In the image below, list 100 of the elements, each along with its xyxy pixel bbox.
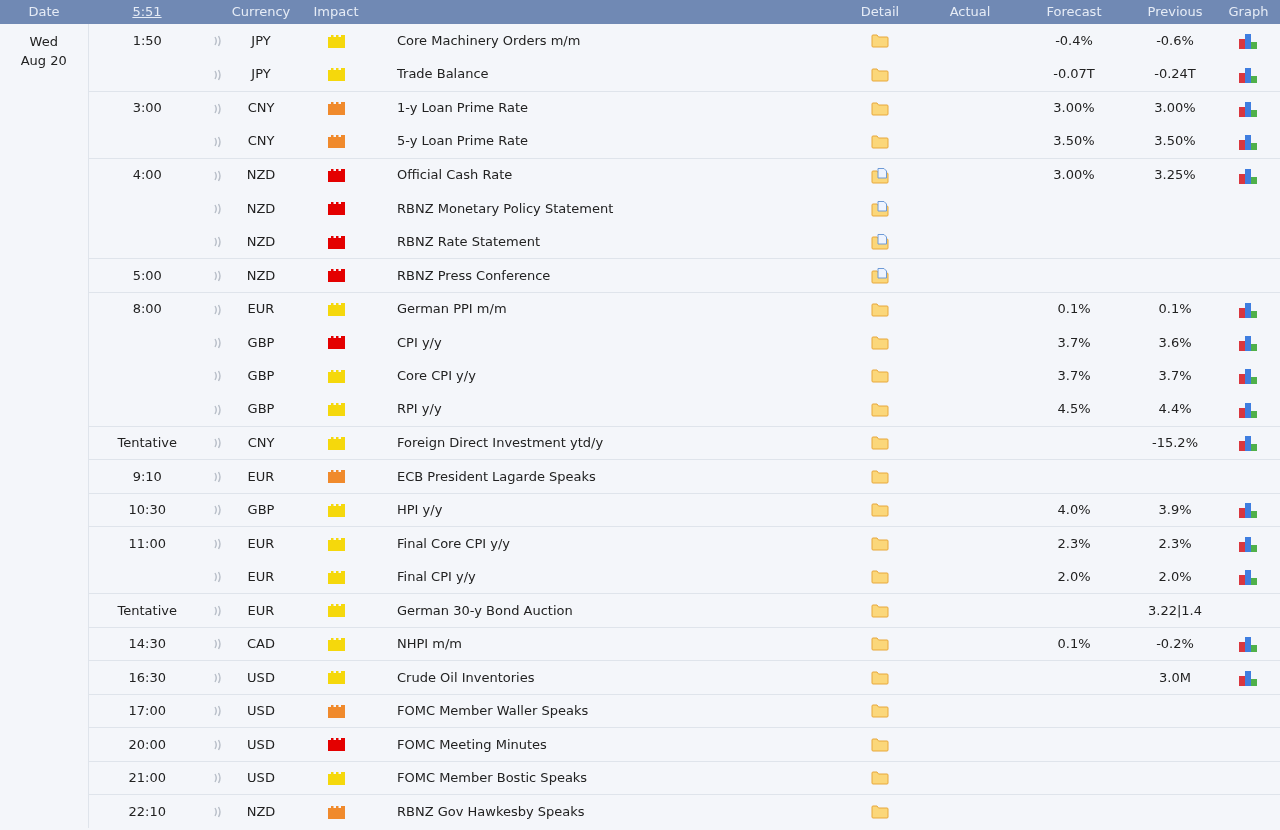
sound-icon[interactable] [214, 806, 222, 818]
bar-chart-icon[interactable] [1238, 435, 1259, 452]
folder-icon[interactable] [871, 737, 889, 752]
folder-icon[interactable] [871, 704, 889, 719]
sound-icon[interactable] [214, 538, 222, 550]
folder-icon[interactable] [871, 469, 889, 484]
sound-icon[interactable] [214, 169, 222, 182]
folder-icon[interactable] [871, 67, 889, 82]
column-header: Currency [231, 4, 291, 20]
sound-icon[interactable] [214, 236, 222, 248]
sound-icon[interactable] [214, 571, 222, 583]
sound-icon[interactable] [214, 705, 222, 718]
folder-icon[interactable] [871, 670, 889, 685]
event-title[interactable]: German PPI m/m [397, 301, 507, 317]
event-title[interactable]: Final Core CPI y/y [397, 535, 510, 551]
column-header: Date [28, 4, 60, 20]
sound-icon[interactable] [214, 638, 222, 651]
date-label: Aug 20 [19, 52, 68, 70]
bar-chart-icon[interactable] [1238, 636, 1259, 653]
folder-document-icon[interactable] [871, 200, 889, 217]
event-title[interactable]: ECB President Lagarde Speaks [397, 468, 596, 484]
folder-icon[interactable] [871, 34, 889, 49]
folder-document-icon[interactable] [871, 234, 889, 250]
event-title[interactable]: Official Cash Rate [397, 167, 513, 183]
folder-icon[interactable] [871, 503, 889, 518]
sound-icon[interactable] [214, 403, 222, 416]
event-title[interactable]: Final CPI y/y [397, 568, 476, 584]
event-title[interactable]: 1-y Loan Prime Rate [397, 100, 529, 116]
currency-code: USD [247, 736, 275, 752]
currency-code: NZD [246, 233, 276, 249]
sound-icon[interactable] [214, 738, 222, 751]
currency-code: JPY [251, 66, 271, 82]
bar-chart-icon[interactable] [1238, 569, 1259, 585]
folder-icon[interactable] [871, 771, 889, 786]
folder-icon[interactable] [871, 537, 889, 551]
bar-chart-icon[interactable] [1238, 502, 1259, 519]
sound-icon[interactable] [214, 437, 222, 450]
folder-icon[interactable] [871, 436, 889, 451]
event-title[interactable]: NHPI m/m [397, 636, 462, 651]
event-time: 9:10 [132, 468, 162, 484]
currency-code: NZD [246, 167, 276, 183]
bar-chart-icon[interactable] [1238, 33, 1259, 50]
sound-icon[interactable] [214, 336, 222, 349]
event-title[interactable]: Trade Balance [397, 66, 489, 82]
bar-chart-icon[interactable] [1238, 167, 1259, 184]
folder-icon[interactable] [871, 302, 889, 317]
event-title[interactable]: CPI y/y [397, 334, 442, 350]
event-title[interactable]: FOMC Meeting Minutes [397, 736, 547, 752]
sound-icon[interactable] [214, 470, 222, 483]
sound-icon[interactable] [214, 772, 222, 785]
currency-code: NZD [246, 200, 276, 216]
bar-chart-icon[interactable] [1238, 536, 1259, 552]
event-title[interactable]: Crude Oil Inventories [397, 669, 535, 685]
sound-icon[interactable] [214, 68, 222, 81]
bar-chart-icon[interactable] [1238, 401, 1259, 418]
bar-chart-icon[interactable] [1238, 669, 1259, 686]
folder-icon[interactable] [871, 134, 889, 149]
sound-icon[interactable] [214, 135, 222, 148]
folder-icon[interactable] [871, 402, 889, 417]
sound-icon[interactable] [214, 102, 222, 115]
folder-icon[interactable] [871, 570, 889, 584]
bar-chart-icon[interactable] [1238, 301, 1259, 318]
event-time: 11:00 [128, 535, 166, 551]
folder-document-icon[interactable] [871, 267, 889, 284]
folder-icon[interactable] [871, 805, 889, 819]
sound-icon[interactable] [214, 504, 222, 517]
event-title[interactable]: Core Machinery Orders m/m [397, 33, 581, 48]
event-title[interactable]: HPI y/y [397, 502, 443, 517]
bar-chart-icon[interactable] [1238, 133, 1259, 150]
event-title[interactable]: German 30-y Bond Auction [397, 602, 573, 618]
event-title[interactable]: RBNZ Press Conference [397, 267, 551, 283]
folder-icon[interactable] [871, 335, 889, 350]
folder-document-icon[interactable] [871, 167, 889, 184]
event-title[interactable]: FOMC Member Waller Speaks [397, 703, 589, 718]
folder-icon[interactable] [871, 637, 889, 652]
folder-icon[interactable] [871, 603, 889, 618]
forecast-value: 4.0% [1057, 502, 1091, 517]
event-title[interactable]: 5-y Loan Prime Rate [397, 133, 529, 149]
event-title[interactable]: RBNZ Monetary Policy Statement [397, 200, 614, 216]
sound-icon[interactable] [214, 269, 222, 282]
folder-icon[interactable] [871, 369, 889, 384]
bar-chart-icon[interactable] [1238, 66, 1259, 83]
folder-icon[interactable] [871, 101, 889, 116]
event-title[interactable]: RBNZ Rate Statement [397, 233, 541, 249]
currency-code: CNY [247, 100, 275, 116]
sound-icon[interactable] [214, 303, 222, 316]
sound-icon[interactable] [214, 604, 222, 617]
event-title[interactable]: FOMC Member Bostic Speaks [397, 770, 588, 785]
sound-icon[interactable] [214, 370, 222, 383]
event-title[interactable]: RPI y/y [397, 401, 442, 417]
sound-icon[interactable] [214, 35, 222, 48]
forecast-value: 2.3% [1057, 535, 1091, 551]
sound-icon[interactable] [214, 202, 222, 215]
bar-chart-icon[interactable] [1238, 334, 1259, 351]
bar-chart-icon[interactable] [1238, 100, 1259, 117]
event-title[interactable]: RBNZ Gov Hawkesby Speaks [397, 803, 585, 819]
sound-icon[interactable] [214, 671, 222, 684]
event-title[interactable]: Core CPI y/y [397, 368, 476, 383]
bar-chart-icon[interactable] [1238, 368, 1259, 385]
event-title[interactable]: Foreign Direct Investment ytd/y [397, 435, 604, 450]
